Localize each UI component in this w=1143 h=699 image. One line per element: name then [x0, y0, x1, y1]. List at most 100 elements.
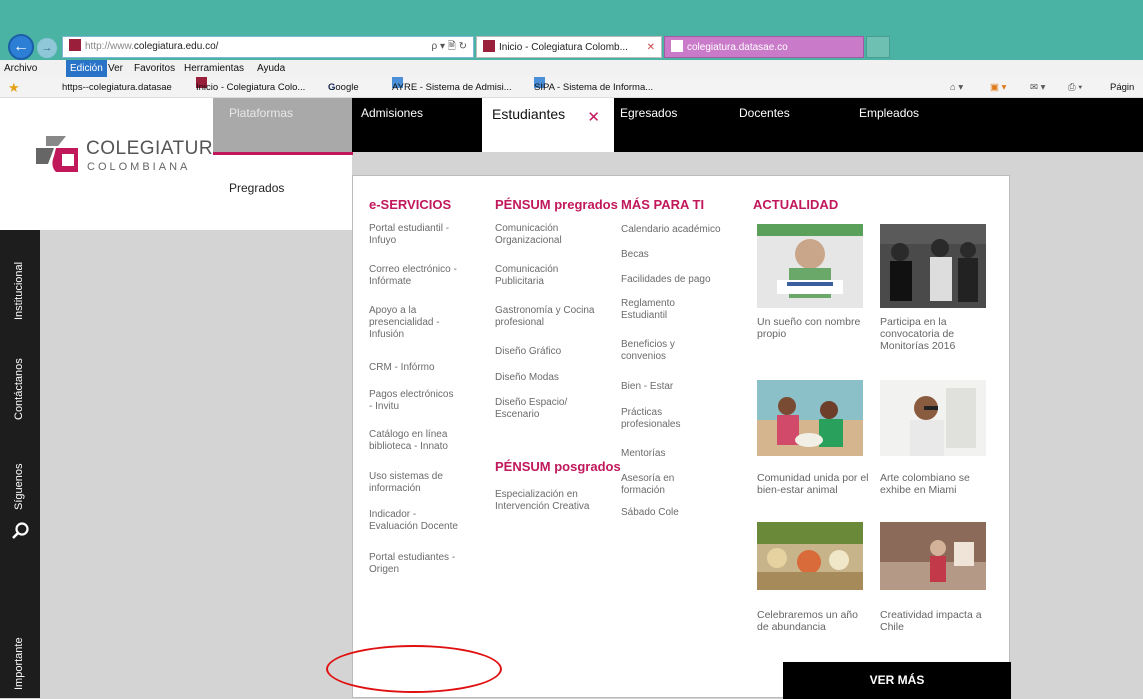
logo-area[interactable]: COLEGIATURA COLOMBIANA	[0, 98, 226, 230]
page-menu[interactable]: Págin	[1110, 77, 1134, 98]
feeds-icon[interactable]: ▣ ▾	[990, 77, 1006, 98]
home-icon[interactable]: ⌂ ▾	[950, 77, 963, 98]
address-protocol: http://www.	[85, 41, 134, 52]
nav-admisiones[interactable]: Admisiones	[361, 106, 423, 120]
nav-plataformas[interactable]: Plataformas	[213, 98, 352, 152]
annotation-highlight-oval	[326, 645, 502, 693]
eservicios-link[interactable]: CRM - Infórmo	[369, 362, 459, 374]
eservicios-link-origen[interactable]: Portal estudiantes - Origen	[369, 552, 464, 576]
favorites-star-icon[interactable]: ★	[8, 77, 20, 98]
ver-mas-button[interactable]: VER MÁS	[783, 662, 1011, 699]
menu-ayuda[interactable]: Ayuda	[257, 60, 285, 77]
tab-datasae[interactable]: colegiatura.datasae.co	[664, 36, 864, 58]
news-caption[interactable]: Un sueño con nombre propio	[757, 316, 867, 340]
nav-docentes[interactable]: Docentes	[739, 106, 790, 120]
estudiantes-mega-menu: e-SERVICIOS Portal estudiantil - Infuyo …	[352, 175, 1011, 699]
menu-edicion[interactable]: Edición	[66, 60, 107, 77]
pensum-link[interactable]: Diseño Gráfico	[495, 346, 585, 358]
nav-estudiantes[interactable]: Estudiantes ✕	[482, 98, 614, 152]
news-thumbnail-chile[interactable]	[880, 522, 986, 590]
eservicios-link[interactable]: Apoyo a la presencialidad - Infusión	[369, 305, 449, 341]
actualidad-heading: ACTUALIDAD	[753, 197, 839, 212]
eservicios-link[interactable]: Catálogo en línea biblioteca - Innato	[369, 429, 454, 453]
browser-title-area: ← → http://www.colegiatura.edu.co/ ρ ▾ 🗎…	[0, 0, 1143, 60]
sidebar-contactanos[interactable]: Contáctanos	[13, 358, 25, 420]
mas-para-ti-link[interactable]: Mentorías	[621, 448, 711, 460]
news-caption[interactable]: Comunidad unida por el bien-estar animal	[757, 472, 875, 496]
fav-link-label: SIPA - Sistema de Informa...	[534, 82, 654, 93]
tab-title: Inicio - Colegiatura Colomb...	[499, 42, 628, 53]
nav-empleados[interactable]: Empleados	[859, 106, 919, 120]
page-right-area	[1010, 98, 1143, 698]
favorites-bar: ★ https--colegiatura.datasae Inicio - Co…	[0, 77, 1143, 98]
address-bar[interactable]: http://www.colegiatura.edu.co/ ρ ▾ 🗎 ↻	[62, 36, 474, 58]
address-tools[interactable]: ρ ▾ 🗎 ↻	[432, 37, 467, 57]
pensum-link[interactable]: Diseño Modas	[495, 372, 585, 384]
site-favicon-icon	[69, 39, 81, 51]
pensum-link[interactable]: Comunicación Publicitaria	[495, 264, 585, 288]
pensum-link[interactable]: Gastronomía y Cocina profesional	[495, 305, 595, 329]
logo-text-line1: COLEGIATURA	[86, 138, 227, 159]
back-arrow-icon[interactable]: ←	[8, 34, 34, 60]
mas-para-ti-link[interactable]: Beneficios y convenios	[621, 339, 701, 363]
news-thumbnail-abundancia[interactable]	[757, 522, 863, 590]
tab-title: colegiatura.datasae.co	[687, 42, 788, 53]
eservicios-link[interactable]: Portal estudiantil - Infuyo	[369, 223, 459, 247]
news-caption[interactable]: Celebraremos un año de abundancia	[757, 609, 867, 633]
eservicios-link[interactable]: Indicador - Evaluación Docente	[369, 509, 464, 533]
news-thumbnail-portrait[interactable]	[757, 224, 863, 308]
pensum-pregrados-heading: PÉNSUM pregrados	[495, 197, 618, 212]
mas-para-ti-link[interactable]: Calendario académico	[621, 224, 721, 236]
nav-estudiantes-label: Estudiantes	[492, 106, 566, 122]
mas-para-ti-link[interactable]: Facilidades de pago	[621, 274, 721, 286]
eservicios-link[interactable]: Uso sistemas de información	[369, 471, 449, 495]
mas-para-ti-link[interactable]: Asesoría en formación	[621, 473, 701, 497]
search-icon[interactable]	[9, 520, 31, 542]
pensum-link[interactable]: Diseño Espacio/ Escenario	[495, 397, 575, 421]
menu-bar: Archivo Edición Ver Favoritos Herramient…	[0, 60, 1143, 77]
news-thumbnail-monitorias[interactable]	[880, 224, 986, 308]
eservicios-link[interactable]: Correo electrónico - Infórmate	[369, 264, 459, 288]
browser-nav-row: ← → http://www.colegiatura.edu.co/ ρ ▾ 🗎…	[0, 30, 1143, 60]
pensum-posgrado-link[interactable]: Especialización en Intervención Creativa	[495, 489, 590, 513]
sidebar-importante[interactable]: Importante	[13, 637, 25, 690]
mas-para-ti-link[interactable]: Sábado Cole	[621, 507, 711, 519]
pensum-link[interactable]: Comunicación Organizacional	[495, 223, 585, 247]
sidebar-institucional[interactable]: Institucional	[13, 262, 25, 320]
menu-ver[interactable]: Ver	[108, 60, 123, 77]
news-thumbnail-arte-miami[interactable]	[880, 380, 986, 456]
news-caption[interactable]: Arte colombiano se exhibe en Miami	[880, 472, 980, 496]
pensum-posgrados-heading: PÉNSUM posgrados	[495, 459, 621, 474]
close-icon[interactable]: ✕	[587, 108, 600, 126]
mail-icon[interactable]: ✉ ▾	[1030, 77, 1045, 98]
subnav-area: Pregrados	[213, 155, 352, 230]
web-page: COLEGIATURA COLOMBIANA Plataformas Pregr…	[0, 98, 1143, 699]
subnav-pregrados[interactable]: Pregrados	[229, 181, 284, 195]
address-domain: colegiatura.edu.co/	[133, 41, 219, 52]
mas-para-ti-heading: MÁS PARA TI	[621, 197, 705, 212]
forward-arrow-icon[interactable]: →	[37, 38, 57, 58]
eservicios-link[interactable]: Pagos electrónicos - Invitu	[369, 389, 459, 413]
tab-inicio[interactable]: Inicio - Colegiatura Colomb... ✕	[476, 36, 662, 58]
tab-close-icon[interactable]: ✕	[647, 37, 655, 57]
sidebar-siguenos[interactable]: Síguenos	[13, 464, 25, 510]
logo-text-line2: COLOMBIANA	[87, 161, 191, 173]
mas-para-ti-link[interactable]: Prácticas profesionales	[621, 407, 701, 431]
menu-favoritos[interactable]: Favoritos	[134, 60, 175, 77]
mas-para-ti-link[interactable]: Becas	[621, 249, 721, 261]
new-tab-button[interactable]	[866, 36, 890, 58]
news-caption[interactable]: Creatividad impacta a Chile	[880, 609, 990, 633]
print-icon[interactable]: ⎙ ▾	[1068, 77, 1082, 98]
news-caption[interactable]: Participa en la convocatoria de Monitorí…	[880, 316, 980, 352]
menu-herramientas[interactable]: Herramientas	[184, 60, 244, 77]
fav-link-label: Inicio - Colegiatura Colo...	[196, 82, 306, 93]
menu-archivo[interactable]: Archivo	[4, 60, 37, 77]
colegiatura-logo-icon	[36, 136, 78, 172]
mas-para-ti-link[interactable]: Reglamento Estudiantil	[621, 298, 701, 322]
mas-para-ti-link[interactable]: Bien - Estar	[621, 381, 711, 393]
tab-favicon-icon	[671, 40, 683, 52]
nav-egresados[interactable]: Egresados	[620, 106, 677, 120]
site-favicon-icon	[483, 40, 495, 52]
fav-link-datasae[interactable]: https--colegiatura.datasae	[62, 77, 172, 98]
news-thumbnail-bienestar-animal[interactable]	[757, 380, 863, 456]
